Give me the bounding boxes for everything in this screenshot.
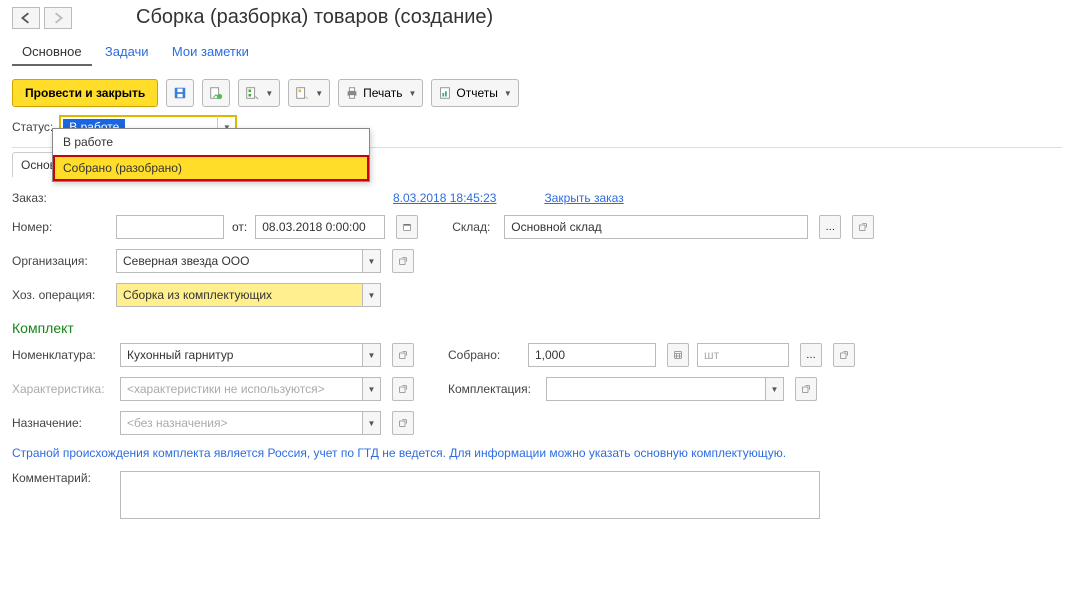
post-and-close-button[interactable]: Провести и закрыть <box>12 79 158 107</box>
save-button[interactable] <box>166 79 194 107</box>
org-label: Организация: <box>12 254 108 268</box>
order-date-link[interactable]: 8.03.2018 18:45:23 <box>393 191 496 205</box>
characteristic-open-button[interactable] <box>392 377 414 401</box>
purpose-label: Назначение: <box>12 416 112 430</box>
chevron-down-icon: ▼ <box>408 89 416 98</box>
characteristic-input[interactable]: <характеристики не используются> <box>120 377 363 401</box>
tab-tasks[interactable]: Задачи <box>95 39 159 66</box>
status-option-assembled[interactable]: Собрано (разобрано) <box>53 155 369 181</box>
nav-back-button[interactable] <box>12 7 40 29</box>
chevron-down-icon: ▼ <box>265 89 273 98</box>
chevron-down-icon: ▼ <box>315 89 323 98</box>
calculator-icon <box>674 350 682 360</box>
tab-notes[interactable]: Мои заметки <box>162 39 259 66</box>
open-icon <box>399 256 407 266</box>
nomenclature-label: Номенклатура: <box>12 348 112 362</box>
nav-forward-button[interactable] <box>44 7 72 29</box>
characteristic-dropdown-button[interactable]: ▼ <box>363 377 381 401</box>
reports-label: Отчеты <box>456 86 497 100</box>
save-icon <box>173 86 187 100</box>
open-icon <box>802 384 810 394</box>
operation-dropdown-button[interactable]: ▼ <box>363 283 381 307</box>
org-input[interactable]: Северная звезда ООО <box>116 249 363 273</box>
warehouse-label: Склад: <box>452 220 496 234</box>
number-label: Номер: <box>12 220 108 234</box>
page-title: Сборка (разборка) товаров (создание) <box>136 6 493 29</box>
calendar-icon <box>403 221 411 233</box>
complectation-input[interactable] <box>546 377 766 401</box>
post-button[interactable] <box>202 79 230 107</box>
operation-label: Хоз. операция: <box>12 288 108 302</box>
open-icon <box>840 350 848 360</box>
post-icon <box>209 86 223 100</box>
unit-input[interactable]: шт <box>697 343 789 367</box>
arrow-left-icon <box>20 12 32 24</box>
purpose-dropdown-button[interactable]: ▼ <box>363 411 381 435</box>
characteristic-label: Характеристика: <box>12 382 112 396</box>
collected-calc-button[interactable] <box>667 343 689 367</box>
open-icon <box>859 222 867 232</box>
structure-icon <box>245 86 259 100</box>
org-open-button[interactable] <box>392 249 414 273</box>
toolbar: Провести и закрыть ▼ ▼ Печать ▼ Отчеты ▼ <box>0 71 1074 115</box>
warehouse-select-button[interactable]: … <box>819 215 841 239</box>
purpose-input[interactable]: <без назначения> <box>120 411 363 435</box>
print-button[interactable]: Печать ▼ <box>338 79 423 107</box>
from-label: от: <box>232 220 247 234</box>
unit-open-button[interactable] <box>833 343 855 367</box>
chevron-down-icon: ▼ <box>504 89 512 98</box>
reports-button[interactable]: Отчеты ▼ <box>431 79 518 107</box>
comment-label: Комментарий: <box>12 471 112 485</box>
nomenclature-dropdown-button[interactable]: ▼ <box>363 343 381 367</box>
basis-icon <box>295 86 309 100</box>
complectation-label: Комплектация: <box>448 382 538 396</box>
reports-icon <box>438 86 452 100</box>
basis-button[interactable]: ▼ <box>288 79 330 107</box>
operation-input[interactable]: Сборка из комплектующих <box>116 283 363 307</box>
purpose-open-button[interactable] <box>392 411 414 435</box>
nomenclature-open-button[interactable] <box>392 343 414 367</box>
number-input[interactable] <box>116 215 224 239</box>
nomenclature-input[interactable]: Кухонный гарнитур <box>120 343 363 367</box>
tab-bar: Основное Задачи Мои заметки <box>0 35 1074 71</box>
structure-button[interactable]: ▼ <box>238 79 280 107</box>
date-input[interactable]: 08.03.2018 0:00:00 <box>255 215 385 239</box>
collected-input[interactable]: 1,000 <box>528 343 656 367</box>
date-picker-button[interactable] <box>396 215 418 239</box>
org-dropdown-button[interactable]: ▼ <box>363 249 381 273</box>
complectation-open-button[interactable] <box>795 377 817 401</box>
print-label: Печать <box>363 86 402 100</box>
open-icon <box>399 350 407 360</box>
print-icon <box>345 86 359 100</box>
comment-textarea[interactable] <box>120 471 820 519</box>
unit-select-button[interactable]: … <box>800 343 822 367</box>
status-label: Статус: <box>12 120 53 134</box>
complectation-dropdown-button[interactable]: ▼ <box>766 377 784 401</box>
tab-main[interactable]: Основное <box>12 39 92 66</box>
warehouse-open-button[interactable] <box>852 215 874 239</box>
close-order-link[interactable]: Закрыть заказ <box>544 191 623 205</box>
kit-section-header: Комплект <box>12 312 1062 338</box>
open-icon <box>399 384 407 394</box>
status-dropdown: В работе Собрано (разобрано) <box>52 128 370 182</box>
arrow-right-icon <box>52 12 64 24</box>
collected-label: Собрано: <box>448 348 520 362</box>
origin-info-text: Страной происхождения комплекта является… <box>12 440 1062 466</box>
order-label: Заказ: <box>12 191 57 205</box>
status-option-in-work[interactable]: В работе <box>53 129 369 155</box>
open-icon <box>399 418 407 428</box>
warehouse-input[interactable]: Основной склад <box>504 215 808 239</box>
